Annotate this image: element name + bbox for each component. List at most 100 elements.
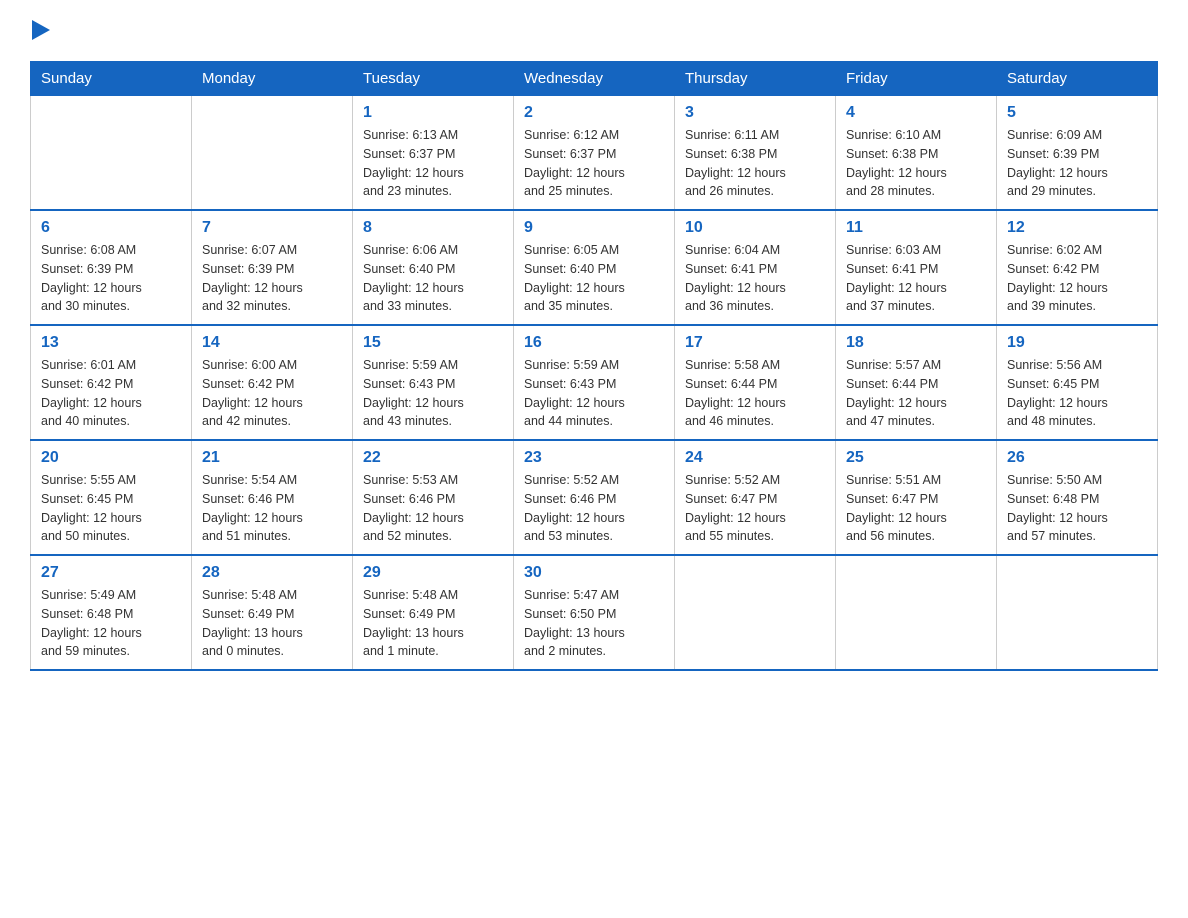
day-number: 19 <box>1007 334 1147 352</box>
day-info: Sunrise: 6:05 AMSunset: 6:40 PMDaylight:… <box>524 241 664 316</box>
day-number: 16 <box>524 334 664 352</box>
day-info: Sunrise: 5:47 AMSunset: 6:50 PMDaylight:… <box>524 586 664 661</box>
day-info: Sunrise: 6:01 AMSunset: 6:42 PMDaylight:… <box>41 356 181 431</box>
calendar-cell: 29 Sunrise: 5:48 AMSunset: 6:49 PMDayligh… <box>353 555 514 670</box>
calendar-week-row: 6 Sunrise: 6:08 AMSunset: 6:39 PMDaylight… <box>31 210 1158 325</box>
weekday-header-tuesday: Tuesday <box>353 62 514 96</box>
day-info: Sunrise: 6:12 AMSunset: 6:37 PMDaylight:… <box>524 126 664 201</box>
logo <box>30 20 50 45</box>
calendar-cell: 20 Sunrise: 5:55 AMSunset: 6:45 PMDayligh… <box>31 440 192 555</box>
day-info: Sunrise: 5:58 AMSunset: 6:44 PMDaylight:… <box>685 356 825 431</box>
day-info: Sunrise: 5:53 AMSunset: 6:46 PMDaylight:… <box>363 471 503 546</box>
calendar-week-row: 27 Sunrise: 5:49 AMSunset: 6:48 PMDayligh… <box>31 555 1158 670</box>
day-info: Sunrise: 6:02 AMSunset: 6:42 PMDaylight:… <box>1007 241 1147 316</box>
calendar-week-row: 20 Sunrise: 5:55 AMSunset: 6:45 PMDayligh… <box>31 440 1158 555</box>
calendar-cell: 14Sunrise: 6:00 AMSunset: 6:42 PMDayligh… <box>192 325 353 440</box>
weekday-header-sunday: Sunday <box>31 62 192 96</box>
calendar-cell: 6 Sunrise: 6:08 AMSunset: 6:39 PMDaylight… <box>31 210 192 325</box>
day-info: Sunrise: 6:08 AMSunset: 6:39 PMDaylight:… <box>41 241 181 316</box>
day-info: Sunrise: 5:48 AMSunset: 6:49 PMDaylight:… <box>363 586 503 661</box>
day-number: 4 <box>846 104 986 122</box>
day-info: Sunrise: 5:57 AMSunset: 6:44 PMDaylight:… <box>846 356 986 431</box>
weekday-header-friday: Friday <box>836 62 997 96</box>
day-number: 12 <box>1007 219 1147 237</box>
day-info: Sunrise: 6:06 AMSunset: 6:40 PMDaylight:… <box>363 241 503 316</box>
calendar-cell: 1 Sunrise: 6:13 AMSunset: 6:37 PMDaylight… <box>353 96 514 211</box>
day-info: Sunrise: 5:49 AMSunset: 6:48 PMDaylight:… <box>41 586 181 661</box>
day-info: Sunrise: 5:59 AMSunset: 6:43 PMDaylight:… <box>524 356 664 431</box>
calendar-cell <box>675 555 836 670</box>
day-number: 20 <box>41 449 181 467</box>
day-number: 10 <box>685 219 825 237</box>
calendar-cell: 8 Sunrise: 6:06 AMSunset: 6:40 PMDaylight… <box>353 210 514 325</box>
day-number: 15 <box>363 334 503 352</box>
day-info: Sunrise: 5:54 AMSunset: 6:46 PMDaylight:… <box>202 471 342 546</box>
calendar-cell: 18Sunrise: 5:57 AMSunset: 6:44 PMDayligh… <box>836 325 997 440</box>
calendar-cell <box>997 555 1158 670</box>
day-number: 6 <box>41 219 181 237</box>
day-number: 3 <box>685 104 825 122</box>
calendar: SundayMondayTuesdayWednesdayThursdayFrid… <box>30 61 1158 671</box>
day-info: Sunrise: 6:07 AMSunset: 6:39 PMDaylight:… <box>202 241 342 316</box>
day-info: Sunrise: 6:10 AMSunset: 6:38 PMDaylight:… <box>846 126 986 201</box>
day-number: 29 <box>363 564 503 582</box>
calendar-cell: 21 Sunrise: 5:54 AMSunset: 6:46 PMDayligh… <box>192 440 353 555</box>
day-number: 26 <box>1007 449 1147 467</box>
day-number: 21 <box>202 449 342 467</box>
day-info: Sunrise: 5:55 AMSunset: 6:45 PMDaylight:… <box>41 471 181 546</box>
calendar-cell: 24 Sunrise: 5:52 AMSunset: 6:47 PMDayligh… <box>675 440 836 555</box>
day-info: Sunrise: 6:11 AMSunset: 6:38 PMDaylight:… <box>685 126 825 201</box>
day-number: 22 <box>363 449 503 467</box>
day-info: Sunrise: 6:04 AMSunset: 6:41 PMDaylight:… <box>685 241 825 316</box>
weekday-header-wednesday: Wednesday <box>514 62 675 96</box>
calendar-cell <box>192 96 353 211</box>
calendar-cell: 22 Sunrise: 5:53 AMSunset: 6:46 PMDayligh… <box>353 440 514 555</box>
calendar-cell: 9 Sunrise: 6:05 AMSunset: 6:40 PMDaylight… <box>514 210 675 325</box>
day-number: 7 <box>202 219 342 237</box>
day-info: Sunrise: 5:56 AMSunset: 6:45 PMDaylight:… <box>1007 356 1147 431</box>
day-info: Sunrise: 5:52 AMSunset: 6:47 PMDaylight:… <box>685 471 825 546</box>
day-number: 30 <box>524 564 664 582</box>
day-number: 11 <box>846 219 986 237</box>
calendar-cell <box>31 96 192 211</box>
calendar-cell: 17 Sunrise: 5:58 AMSunset: 6:44 PMDayligh… <box>675 325 836 440</box>
day-info: Sunrise: 5:51 AMSunset: 6:47 PMDaylight:… <box>846 471 986 546</box>
logo-triangle-icon <box>32 20 50 40</box>
calendar-cell: 25 Sunrise: 5:51 AMSunset: 6:47 PMDayligh… <box>836 440 997 555</box>
calendar-cell: 23Sunrise: 5:52 AMSunset: 6:46 PMDayligh… <box>514 440 675 555</box>
day-number: 13 <box>41 334 181 352</box>
calendar-cell: 10 Sunrise: 6:04 AMSunset: 6:41 PMDayligh… <box>675 210 836 325</box>
calendar-cell: 7 Sunrise: 6:07 AMSunset: 6:39 PMDaylight… <box>192 210 353 325</box>
day-info: Sunrise: 5:50 AMSunset: 6:48 PMDaylight:… <box>1007 471 1147 546</box>
day-info: Sunrise: 5:52 AMSunset: 6:46 PMDaylight:… <box>524 471 664 546</box>
logo-icon <box>30 20 50 45</box>
calendar-week-row: 1 Sunrise: 6:13 AMSunset: 6:37 PMDaylight… <box>31 96 1158 211</box>
calendar-cell: 16 Sunrise: 5:59 AMSunset: 6:43 PMDayligh… <box>514 325 675 440</box>
day-number: 1 <box>363 104 503 122</box>
weekday-header-thursday: Thursday <box>675 62 836 96</box>
weekday-header-monday: Monday <box>192 62 353 96</box>
day-number: 28 <box>202 564 342 582</box>
header <box>30 20 1158 45</box>
calendar-cell: 13 Sunrise: 6:01 AMSunset: 6:42 PMDayligh… <box>31 325 192 440</box>
calendar-cell: 30 Sunrise: 5:47 AMSunset: 6:50 PMDayligh… <box>514 555 675 670</box>
calendar-week-row: 13 Sunrise: 6:01 AMSunset: 6:42 PMDayligh… <box>31 325 1158 440</box>
day-info: Sunrise: 6:13 AMSunset: 6:37 PMDaylight:… <box>363 126 503 201</box>
calendar-cell: 27 Sunrise: 5:49 AMSunset: 6:48 PMDayligh… <box>31 555 192 670</box>
calendar-cell: 4 Sunrise: 6:10 AMSunset: 6:38 PMDaylight… <box>836 96 997 211</box>
day-info: Sunrise: 5:59 AMSunset: 6:43 PMDaylight:… <box>363 356 503 431</box>
calendar-cell: 11Sunrise: 6:03 AMSunset: 6:41 PMDayligh… <box>836 210 997 325</box>
calendar-cell: 15 Sunrise: 5:59 AMSunset: 6:43 PMDayligh… <box>353 325 514 440</box>
calendar-cell: 2Sunrise: 6:12 AMSunset: 6:37 PMDaylight… <box>514 96 675 211</box>
day-number: 25 <box>846 449 986 467</box>
calendar-cell: 12 Sunrise: 6:02 AMSunset: 6:42 PMDayligh… <box>997 210 1158 325</box>
day-number: 24 <box>685 449 825 467</box>
calendar-cell: 26 Sunrise: 5:50 AMSunset: 6:48 PMDayligh… <box>997 440 1158 555</box>
day-number: 5 <box>1007 104 1147 122</box>
day-info: Sunrise: 6:00 AMSunset: 6:42 PMDaylight:… <box>202 356 342 431</box>
day-number: 27 <box>41 564 181 582</box>
day-number: 17 <box>685 334 825 352</box>
day-number: 9 <box>524 219 664 237</box>
calendar-header: SundayMondayTuesdayWednesdayThursdayFrid… <box>31 62 1158 96</box>
day-number: 8 <box>363 219 503 237</box>
